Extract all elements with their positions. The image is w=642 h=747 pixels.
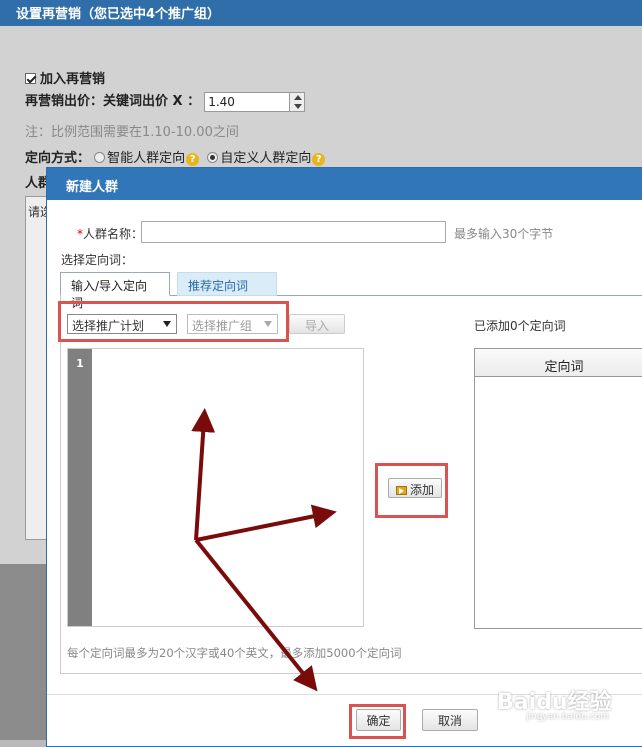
ok-button[interactable]: 确定: [356, 709, 401, 731]
custom-targeting-radio[interactable]: [207, 152, 219, 163]
smart-targeting-label[interactable]: 智能人群定向: [107, 151, 185, 166]
help-icon[interactable]: ?: [186, 153, 200, 166]
line-gutter: 1: [68, 349, 92, 626]
stepper-down-icon[interactable]: [294, 103, 303, 109]
select-words-label: 选择定向词：: [61, 253, 134, 267]
help-icon[interactable]: ?: [312, 153, 326, 166]
crowd-name-label-wrap: *人群名称：: [77, 225, 143, 242]
import-button[interactable]: 导入: [289, 314, 345, 334]
bid-stepper[interactable]: [289, 91, 306, 112]
targeting-label: 定向方式：: [25, 151, 91, 166]
add-button[interactable]: 添加: [388, 478, 442, 498]
new-crowd-modal: 新建人群 *人群名称： 最多输入30个字节 选择定向词： 输入/导入定向词 推荐…: [46, 167, 642, 747]
bid-label: 再营销出价：关键词出价 X ：: [25, 94, 201, 109]
tab-recommended[interactable]: 推荐定向词: [177, 272, 277, 296]
table-header-word: 定向词: [475, 349, 642, 377]
custom-targeting-label[interactable]: 自定义人群定向: [220, 151, 311, 166]
bid-range-note: 注：比例范围需要在1.10-10.00之间: [25, 125, 239, 140]
words-editor[interactable]: 1: [67, 348, 364, 627]
targeting-row: 定向方式： 智能人群定向? 自定义人群定向?: [25, 147, 326, 166]
join-remarketing-checkbox[interactable]: [25, 73, 36, 84]
cancel-button[interactable]: 取消: [422, 709, 478, 731]
bid-row: 再营销出价：关键词出价 X ： 1.40: [25, 90, 306, 112]
modal-title: 新建人群: [47, 168, 642, 200]
smart-targeting-radio[interactable]: [94, 152, 106, 163]
bid-input[interactable]: 1.40: [204, 91, 291, 112]
tab-input-import[interactable]: 输入/导入定向词: [60, 272, 170, 310]
stepper-up-icon[interactable]: [294, 94, 303, 100]
added-words-table: 定向词: [474, 348, 642, 629]
crowd-name-hint: 最多输入30个字节: [454, 227, 554, 241]
join-remarketing-row[interactable]: 加入再营销: [25, 68, 105, 87]
add-button-label: 添加: [409, 483, 434, 497]
background-dialog-title: 设置再营销（您已选中4个推广组）: [0, 0, 642, 26]
arrow-right-icon: [395, 486, 407, 495]
crowd-name-input[interactable]: [141, 221, 446, 243]
crowd-name-label: 人群名称：: [83, 227, 144, 241]
watermark-url: jingyan.baidu.com: [526, 712, 610, 722]
tab-bar: 输入/导入定向词 推荐定向词: [60, 272, 642, 310]
join-remarketing-label: 加入再营销: [40, 72, 106, 87]
limit-hint: 每个定向词最多为20个汉字或40个英文，最多添加5000个定向词: [67, 646, 402, 660]
highlight-select-box: [58, 301, 289, 342]
added-count: 已添加0个定向词: [474, 319, 566, 333]
